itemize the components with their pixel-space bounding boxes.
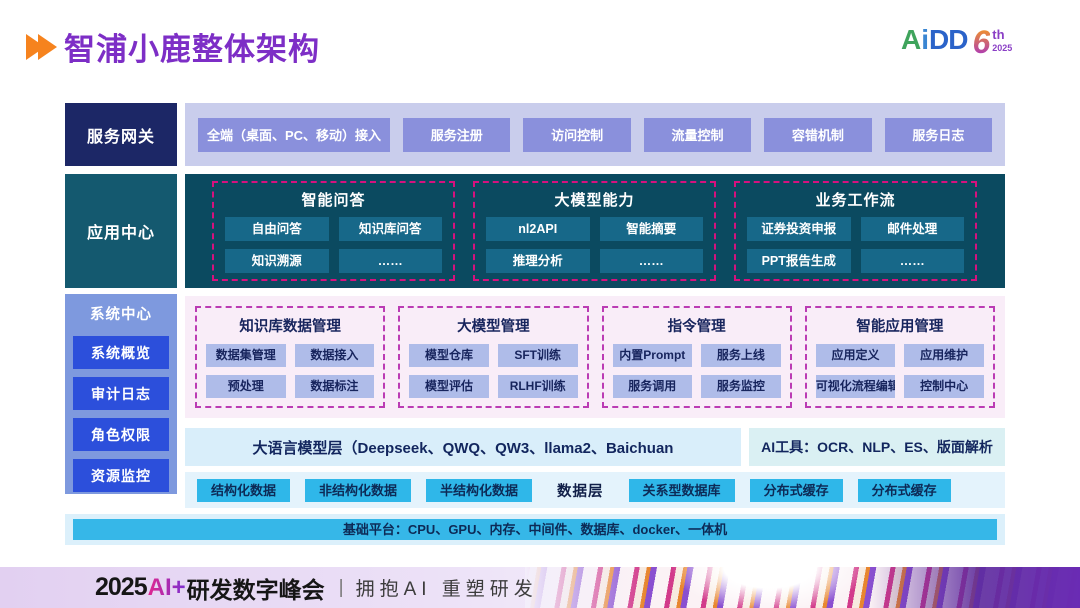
data-layer-strip: 结构化数据 非结构化数据 半结构化数据 数据层 关系型数据库 分布式缓存 分布式… xyxy=(185,472,1005,508)
gateway-item: 服务日志 xyxy=(885,118,992,152)
mgmt-item: 数据接入 xyxy=(295,344,375,367)
sidebar-item-audit-log: 审计日志 xyxy=(73,377,169,410)
mgmt-item: RLHF训练 xyxy=(498,375,578,398)
footer-year: 2025 xyxy=(95,573,147,602)
mgmt-item: 应用维护 xyxy=(904,344,984,367)
app-center-label: 应用中心 xyxy=(65,174,177,288)
mgmt-item: 应用定义 xyxy=(816,344,896,367)
mgmt-item: 内置Prompt xyxy=(613,344,693,367)
logo-letter-a: A xyxy=(901,26,921,54)
app-group-title: 大模型能力 xyxy=(486,189,703,210)
management-panel: 知识库数据管理 数据集管理 数据接入 预处理 数据标注 大模型管理 模型仓库 S… xyxy=(185,296,1005,418)
sidebar-item-resource-monitor: 资源监控 xyxy=(73,459,169,492)
mgmt-item: 可视化流程编辑 xyxy=(816,375,896,398)
platform-bar: 基础平台：CPU、GPU、内存、中间件、数据库、docker、一体机 xyxy=(73,519,997,540)
gateway-item: 全端（桌面、PC、移动）接入 xyxy=(198,118,390,152)
footer-banner: 2025 AI+ 研发数字峰会 | 拥抱AI 重塑研发 xyxy=(0,567,1080,608)
data-source: 半结构化数据 xyxy=(426,479,532,502)
mgmt-item: 控制中心 xyxy=(904,375,984,398)
gateway-label: 服务网关 xyxy=(65,103,177,166)
data-store: 分布式缓存 xyxy=(750,479,843,502)
data-source: 非结构化数据 xyxy=(305,479,411,502)
app-capability: 证券投资申报 xyxy=(747,217,851,241)
mgmt-item: 模型仓库 xyxy=(409,344,489,367)
gateway-item: 服务注册 xyxy=(403,118,510,152)
footer-event-name: 研发数字峰会 xyxy=(187,571,325,605)
mgmt-group-knowledge-data: 知识库数据管理 数据集管理 数据接入 预处理 数据标注 xyxy=(195,306,385,408)
mgmt-group-smart-app: 智能应用管理 应用定义 应用维护 可视化流程编辑 控制中心 xyxy=(805,306,995,408)
mgmt-item: 预处理 xyxy=(206,375,286,398)
data-store: 关系型数据库 xyxy=(629,479,735,502)
app-group-title: 智能问答 xyxy=(225,189,442,210)
logo-year: 2025 xyxy=(992,44,1012,53)
app-capability: 自由问答 xyxy=(225,217,329,241)
data-store: 分布式缓存 xyxy=(858,479,951,502)
system-center-sidebar: 系统中心 系统概览 审计日志 角色权限 资源监控 xyxy=(65,294,177,494)
app-group-title: 业务工作流 xyxy=(747,189,964,210)
footer-brand: AI+ xyxy=(148,574,186,602)
app-capability: …… xyxy=(339,249,443,273)
mgmt-group-instruction: 指令管理 内置Prompt 服务上线 服务调用 服务监控 xyxy=(602,306,792,408)
app-capability: 知识库问答 xyxy=(339,217,443,241)
title-arrow-icon xyxy=(26,34,57,60)
gateway-item: 容错机制 xyxy=(764,118,871,152)
footer-slogan: 拥抱AI 重塑研发 xyxy=(356,574,538,601)
mgmt-item: 服务上线 xyxy=(701,344,781,367)
logo-edition-suffix: th xyxy=(992,28,1012,41)
page-title: 智浦小鹿整体架构 xyxy=(64,24,320,69)
sidebar-item-system-overview: 系统概览 xyxy=(73,336,169,369)
data-layer-label: 数据层 xyxy=(557,480,604,501)
app-group-workflow: 业务工作流 证券投资申报 邮件处理 PPT报告生成 …… xyxy=(734,181,977,281)
gateway-item: 访问控制 xyxy=(523,118,630,152)
mgmt-item: 服务监控 xyxy=(701,375,781,398)
app-capability: PPT报告生成 xyxy=(747,249,851,273)
app-capability: 邮件处理 xyxy=(861,217,965,241)
system-center-label: 系统中心 xyxy=(65,302,177,328)
data-source: 结构化数据 xyxy=(197,479,290,502)
app-capability: 推理分析 xyxy=(486,249,590,273)
mgmt-item: SFT训练 xyxy=(498,344,578,367)
mgmt-group-title: 指令管理 xyxy=(613,315,781,336)
ai-tools-bar: AI工具：OCR、NLP、ES、版面解析 xyxy=(749,428,1005,466)
sidebar-item-role-permission: 角色权限 xyxy=(73,418,169,451)
app-capability: 知识溯源 xyxy=(225,249,329,273)
gateway-item: 流量控制 xyxy=(644,118,751,152)
app-capability: …… xyxy=(600,249,704,273)
mgmt-item: 模型评估 xyxy=(409,375,489,398)
mgmt-item: 数据标注 xyxy=(295,375,375,398)
mgmt-group-title: 知识库数据管理 xyxy=(206,315,374,336)
logo-letters-dd: DD xyxy=(929,26,967,54)
llm-layer-bar: 大语言模型层（Deepseek、QWQ、QW3、llama2、Baichuan xyxy=(185,428,741,466)
footer-decorative-art xyxy=(525,567,1080,608)
mgmt-item: 服务调用 xyxy=(613,375,693,398)
footer-text: 2025 AI+ 研发数字峰会 | 拥抱AI 重塑研发 xyxy=(95,567,538,608)
app-group-qa: 智能问答 自由问答 知识库问答 知识溯源 …… xyxy=(212,181,455,281)
mgmt-group-title: 智能应用管理 xyxy=(816,315,984,336)
logo-letter-i: i xyxy=(921,26,929,54)
app-capability: nl2API xyxy=(486,217,590,241)
app-group-llm-ability: 大模型能力 nl2API 智能摘要 推理分析 …… xyxy=(473,181,716,281)
mgmt-item: 数据集管理 xyxy=(206,344,286,367)
app-center-panel: 智能问答 自由问答 知识库问答 知识溯源 …… 大模型能力 nl2API 智能摘… xyxy=(185,174,1005,288)
slide: 智浦小鹿整体架构 A i DD 6 th 2025 服务网关 全端（桌面、PC、… xyxy=(0,0,1080,608)
footer-divider: | xyxy=(339,577,344,599)
mgmt-group-model: 大模型管理 模型仓库 SFT训练 模型评估 RLHF训练 xyxy=(398,306,588,408)
platform-container: 基础平台：CPU、GPU、内存、中间件、数据库、docker、一体机 xyxy=(65,514,1005,545)
mgmt-group-title: 大模型管理 xyxy=(409,315,577,336)
logo-edition-number: 6 xyxy=(972,26,990,58)
gateway-panel: 全端（桌面、PC、移动）接入 服务注册 访问控制 流量控制 容错机制 服务日志 xyxy=(185,103,1005,166)
app-capability: …… xyxy=(861,249,965,273)
app-capability: 智能摘要 xyxy=(600,217,704,241)
aidd-logo: A i DD 6 th 2025 xyxy=(901,26,1012,58)
